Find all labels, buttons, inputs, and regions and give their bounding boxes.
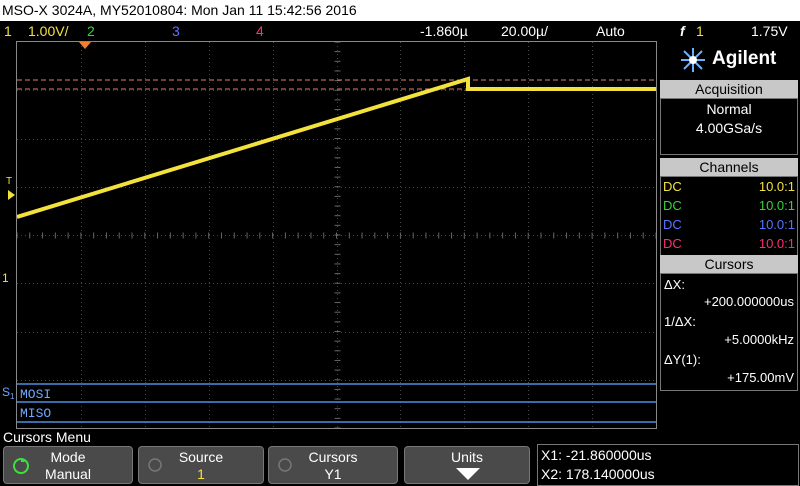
trigger-level-marker-label: T	[6, 176, 13, 187]
cursors-box: ΔX: +200.000000us 1/ΔX: +5.0000kHz ΔY(1)…	[660, 273, 798, 391]
mode-value: Manual	[45, 466, 91, 482]
delta-x-value: +200.000000us	[703, 294, 794, 309]
acquisition-mode: Normal	[706, 101, 752, 117]
side-panel: Agilent Acquisition Normal 4.00GSa/s Cha…	[658, 41, 800, 429]
channel-probe-ratio: 10.0:1	[758, 236, 795, 251]
ch1-ground-marker[interactable]: 1	[2, 271, 9, 285]
acquisition-header[interactable]: Acquisition	[660, 80, 798, 98]
channel-row[interactable]: DC 10.0:1	[663, 236, 795, 254]
status-bar: 1 1.00V/ 2 3 4 -1.860µ 20.00µ/ Auto	[0, 21, 658, 41]
channel-probe-ratio: 10.0:1	[758, 179, 795, 194]
timebase-scale[interactable]: 20.00µ/	[501, 21, 548, 41]
acquisition-box: Normal 4.00GSa/s	[660, 98, 798, 155]
channel-coupling: DC	[663, 217, 682, 232]
mode-softkey[interactable]: Mode Manual	[3, 446, 133, 484]
units-softkey[interactable]: Units	[404, 446, 530, 484]
units-label: Units	[451, 449, 483, 465]
serial-bus-marker[interactable]: S	[2, 385, 10, 399]
source-label: Source	[178, 449, 224, 465]
horizontal-delay[interactable]: -1.860µ	[420, 21, 468, 41]
mode-label: Mode	[50, 449, 86, 465]
title-bar: MSO-X 3024A, MY52010804: Mon Jan 11 15:4…	[0, 0, 800, 21]
cursors-label: Cursors	[308, 449, 358, 465]
source-softkey[interactable]: Source 1	[138, 446, 264, 484]
channel-coupling: DC	[663, 179, 682, 194]
sample-rate: 4.00GSa/s	[695, 120, 763, 136]
channel-row[interactable]: DC 10.0:1	[663, 179, 795, 197]
ch1-scale[interactable]: 1.00V/	[28, 21, 68, 41]
channel-coupling: DC	[663, 236, 682, 251]
cursor-readout: X1: -21.860000us X2: 178.140000us	[537, 444, 799, 486]
x1-cursor-readout: X1: -21.860000us	[541, 447, 652, 463]
rising-edge-icon: f	[680, 23, 685, 39]
channel-row[interactable]: DC 10.0:1	[663, 217, 795, 235]
trigger-position-icon[interactable]	[79, 42, 91, 49]
delta-x-label: ΔX:	[664, 277, 685, 292]
cursors-value: Y1	[324, 466, 342, 482]
ch4-number[interactable]: 4	[256, 21, 264, 41]
inverse-delta-x-label: 1/ΔX:	[664, 314, 696, 329]
channel-probe-ratio: 10.0:1	[758, 198, 795, 213]
delta-y-value: +175.00mV	[727, 370, 794, 385]
ch2-number[interactable]: 2	[87, 21, 95, 41]
cursors-header[interactable]: Cursors	[660, 255, 798, 273]
channel-probe-ratio: 10.0:1	[758, 217, 795, 232]
source-value: 1	[197, 466, 205, 482]
miso-label: MISO	[20, 406, 52, 421]
trigger-level-marker-icon[interactable]	[6, 190, 16, 200]
channel-row[interactable]: DC 10.0:1	[663, 198, 795, 216]
brand-block: Agilent	[658, 41, 800, 79]
cursors-softkey[interactable]: Cursors Y1	[268, 446, 398, 484]
agilent-spark-icon	[681, 48, 705, 72]
channel-coupling: DC	[663, 198, 682, 213]
delta-y-label: ΔY(1):	[664, 352, 701, 367]
x2-cursor-readout: X2: 178.140000us	[541, 466, 655, 482]
ch3-number[interactable]: 3	[172, 21, 180, 41]
channels-box: DC 10.0:1 DC 10.0:1 DC 10.0:1 DC 10.0:1	[660, 176, 798, 256]
menu-title: Cursors Menu	[3, 429, 91, 445]
channels-header[interactable]: Channels	[660, 158, 798, 176]
submenu-arrow-icon	[456, 468, 480, 480]
trigger-level: 1.75V	[751, 23, 788, 39]
trigger-source: 1	[696, 23, 704, 39]
trigger-status[interactable]: f 1 1.75V	[658, 21, 800, 41]
trigger-mode[interactable]: Auto	[596, 21, 625, 41]
graticule	[17, 42, 656, 428]
serial-bus-marker-index: 1	[10, 392, 15, 401]
waveform-display[interactable]: MOSI MISO	[16, 41, 657, 429]
inverse-delta-x-value: +5.0000kHz	[724, 332, 794, 347]
brand-name: Agilent	[712, 48, 777, 69]
ch1-number[interactable]: 1	[4, 21, 12, 41]
mosi-label: MOSI	[20, 387, 52, 402]
